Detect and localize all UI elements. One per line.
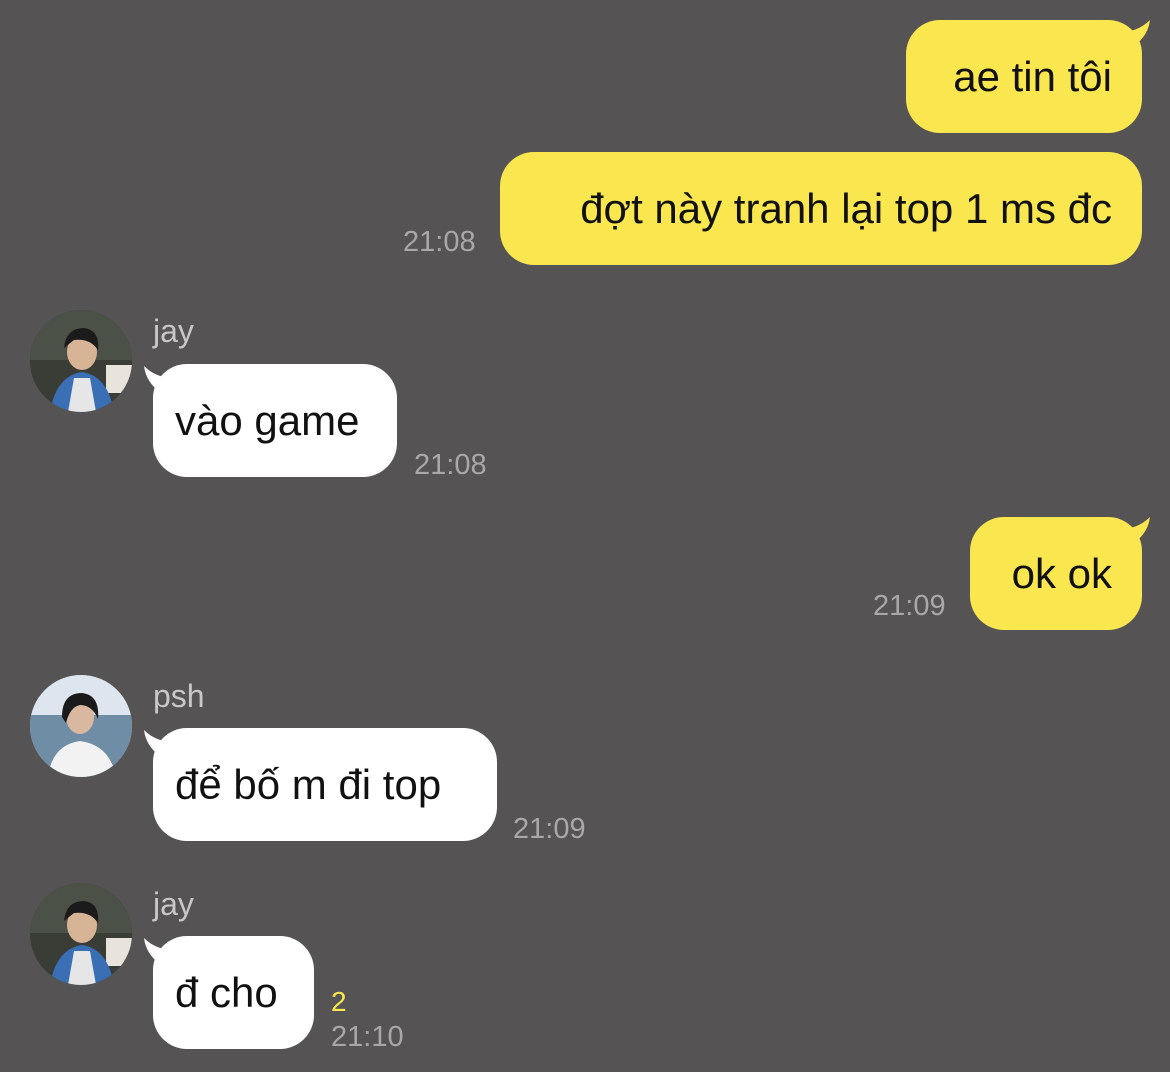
message-timestamp: 21:09 [873,590,946,622]
avatar-jay[interactable] [30,883,132,985]
message-timestamp: 21:10 [331,1021,404,1053]
outgoing-message-bubble[interactable]: ae tin tôi [906,20,1142,133]
bubble-tail [1120,20,1150,46]
avatar-psh[interactable] [30,675,132,777]
avatar-jay[interactable] [30,310,132,412]
incoming-message-bubble[interactable]: để bố m đi top [153,728,497,841]
message-timestamp: 21:08 [403,226,476,258]
bubble-tail [1120,517,1150,543]
incoming-message-bubble[interactable]: vào game [153,364,397,477]
sender-name: psh [153,678,205,714]
sender-name: jay [153,886,194,922]
unread-count: 2 [331,986,347,1017]
sender-name: jay [153,313,194,349]
outgoing-message-bubble[interactable]: đợt này tranh lại top 1 ms đc [500,152,1142,265]
message-timestamp: 21:08 [414,449,487,481]
incoming-message-bubble[interactable]: đ cho [153,936,314,1049]
outgoing-message-bubble[interactable]: ok ok [970,517,1142,630]
message-timestamp: 21:09 [513,813,586,845]
